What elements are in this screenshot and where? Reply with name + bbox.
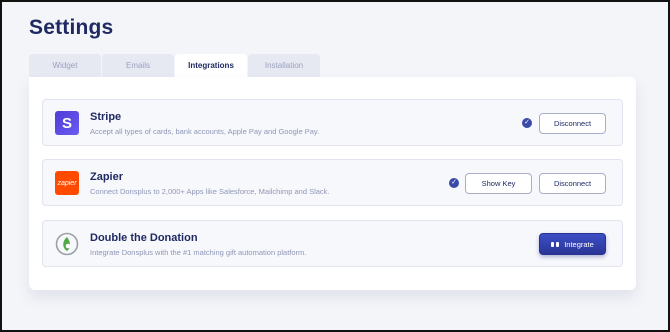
tab-integrations[interactable]: Integrations	[175, 54, 247, 77]
zapier-disconnect-button[interactable]: Disconnect	[539, 173, 606, 194]
tab-emails[interactable]: Emails	[102, 54, 174, 77]
integration-name: Stripe	[90, 111, 122, 123]
check-circle-icon: ✓	[522, 118, 532, 128]
integration-description: Accept all types of cards, bank accounts…	[90, 127, 320, 136]
tab-installation[interactable]: Installation	[248, 54, 320, 77]
integration-description: Integrate Donsplus with the #1 matching …	[90, 248, 307, 257]
tab-widget[interactable]: Widget	[29, 54, 101, 77]
integrate-button-label: Integrate	[564, 239, 594, 249]
integration-card-zapier: zapier Zapier Connect Donsplus to 2,000+…	[42, 159, 623, 206]
stripe-logo-icon: S	[55, 111, 79, 135]
integration-description: Connect Donsplus to 2,000+ Apps like Sal…	[90, 187, 330, 196]
zapier-logo-icon: zapier	[55, 171, 79, 195]
double-the-donation-integrate-button[interactable]: Integrate	[539, 233, 606, 255]
app-window: Settings Widget Emails Integrations Inst…	[0, 0, 670, 332]
integration-name: Zapier	[90, 171, 124, 183]
integration-card-stripe: S Stripe Accept all types of cards, bank…	[42, 99, 623, 146]
settings-tabs: Widget Emails Integrations Installation	[29, 54, 321, 77]
page-title: Settings	[29, 16, 114, 39]
integration-name: Double the Donation	[90, 232, 198, 244]
double-the-donation-logo-icon	[55, 232, 79, 256]
check-circle-icon: ✓	[449, 178, 459, 188]
plug-icon	[551, 241, 560, 247]
zapier-show-key-button[interactable]: Show Key	[465, 173, 532, 194]
stripe-disconnect-button[interactable]: Disconnect	[539, 113, 606, 134]
integration-card-double-the-donation: Double the Donation Integrate Donsplus w…	[42, 220, 623, 267]
integrations-panel: S Stripe Accept all types of cards, bank…	[29, 77, 636, 290]
